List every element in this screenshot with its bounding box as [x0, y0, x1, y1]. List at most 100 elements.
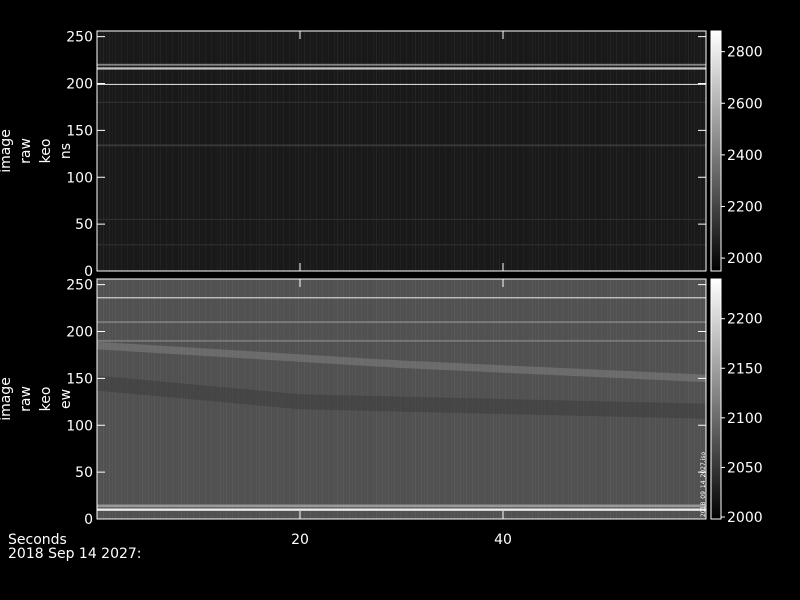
noise-column: [451, 31, 452, 271]
colorbar-tick-label: 2000: [727, 251, 763, 267]
noise-column: [499, 31, 500, 271]
noise-column: [625, 31, 626, 271]
emission-band-1: [97, 297, 706, 299]
noise-column: [550, 279, 551, 519]
noise-column: [520, 31, 521, 271]
noise-column: [208, 31, 209, 271]
noise-column: [610, 31, 611, 271]
noise-column: [169, 279, 170, 519]
noise-column: [694, 279, 695, 519]
noise-column: [559, 31, 560, 271]
noise-column: [457, 31, 458, 271]
noise-column: [655, 279, 656, 519]
noise-column: [658, 31, 659, 271]
noise-column: [178, 31, 179, 271]
noise-column: [196, 31, 197, 271]
noise-column: [400, 31, 401, 271]
noise-column: [439, 31, 440, 271]
noise-column: [193, 31, 194, 271]
noise-column: [529, 31, 530, 271]
noise-column: [142, 279, 143, 519]
noise-column: [496, 31, 497, 271]
y-tick-label: 200: [66, 77, 93, 93]
y-tick-label: 250: [66, 30, 93, 46]
noise-column: [520, 279, 521, 519]
noise-column: [628, 31, 629, 271]
noise-column: [583, 279, 584, 519]
noise-column: [427, 31, 428, 271]
noise-column: [547, 279, 548, 519]
noise-column: [658, 279, 659, 519]
noise-column: [655, 31, 656, 271]
noise-column: [622, 279, 623, 519]
noise-column: [352, 31, 353, 271]
noise-column: [286, 31, 287, 271]
noise-column: [661, 31, 662, 271]
noise-column: [121, 279, 122, 519]
noise-column: [577, 279, 578, 519]
noise-column: [649, 31, 650, 271]
noise-column: [241, 31, 242, 271]
noise-column: [298, 31, 299, 271]
noise-column: [124, 279, 125, 519]
noise-column: [568, 279, 569, 519]
noise-column: [217, 31, 218, 271]
noise-column: [106, 31, 107, 271]
noise-column: [562, 31, 563, 271]
noise-column: [547, 31, 548, 271]
noise-column: [646, 279, 647, 519]
noise-column: [523, 279, 524, 519]
noise-column: [322, 31, 323, 271]
noise-column: [118, 279, 119, 519]
noise-column: [505, 279, 506, 519]
noise-column: [559, 279, 560, 519]
noise-column: [100, 31, 101, 271]
emission-band-2: [97, 321, 706, 324]
noise-column: [508, 279, 509, 519]
noise-column: [571, 279, 572, 519]
noise-column: [679, 279, 680, 519]
noise-column: [631, 31, 632, 271]
noise-column: [562, 279, 563, 519]
noise-column: [307, 31, 308, 271]
keogram-chart: 050100150200250image raw keo ns200022002400…: [0, 30, 763, 562]
panel-1: 050100150200250image raw keo ns200022002400…: [0, 30, 763, 280]
y-tick-label: 250: [66, 278, 93, 294]
y-axis-label-word: raw: [18, 386, 34, 412]
noise-column: [130, 279, 131, 519]
noise-column: [304, 31, 305, 271]
noise-column: [415, 31, 416, 271]
noise-column: [637, 31, 638, 271]
noise-column: [664, 279, 665, 519]
colorbar-tick-label: 2150: [727, 361, 763, 377]
noise-column: [172, 31, 173, 271]
noise-column: [652, 279, 653, 519]
noise-column: [172, 279, 173, 519]
noise-column: [232, 31, 233, 271]
noise-column: [634, 31, 635, 271]
noise-column: [283, 31, 284, 271]
noise-column: [622, 31, 623, 271]
noise-column: [580, 31, 581, 271]
noise-column: [154, 279, 155, 519]
noise-column: [679, 31, 680, 271]
noise-column: [316, 31, 317, 271]
noise-column: [238, 31, 239, 271]
y-axis-label-word: image: [0, 377, 14, 421]
noise-column: [694, 31, 695, 271]
noise-column: [259, 31, 260, 271]
noise-column: [556, 279, 557, 519]
noise-column: [169, 31, 170, 271]
noise-column: [535, 279, 536, 519]
noise-column: [250, 31, 251, 271]
noise-column: [301, 31, 302, 271]
noise-column: [616, 31, 617, 271]
noise-column: [619, 279, 620, 519]
noise-column: [403, 31, 404, 271]
noise-column: [598, 279, 599, 519]
noise-column: [661, 279, 662, 519]
noise-column: [157, 279, 158, 519]
noise-column: [274, 31, 275, 271]
noise-column: [550, 31, 551, 271]
y-axis-label-word: keo: [38, 139, 54, 164]
